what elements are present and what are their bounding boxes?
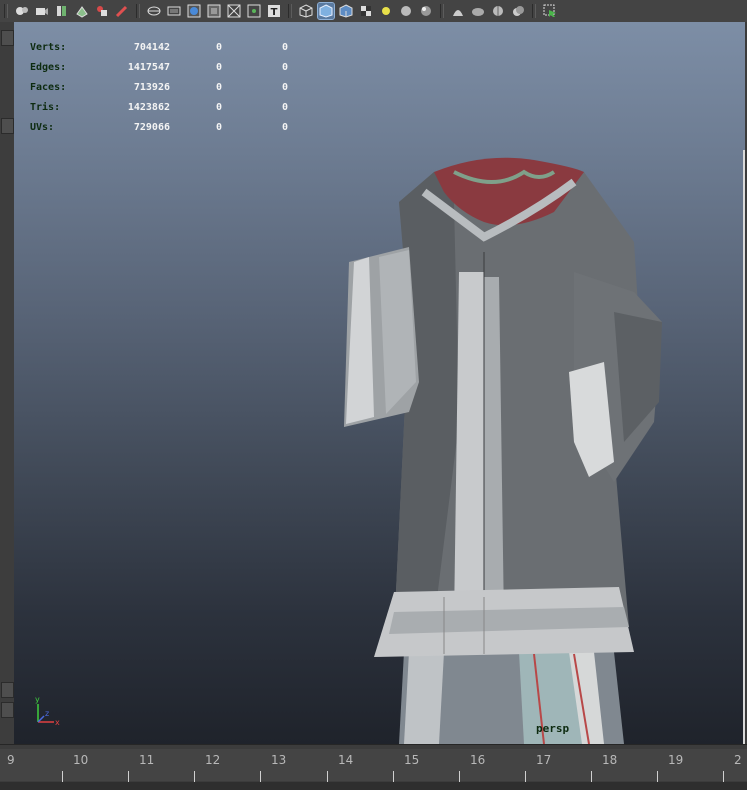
- hud-total-value: 704142: [133, 42, 170, 53]
- hud-tris-value: 0: [282, 102, 289, 113]
- isolate-select-icon[interactable]: [450, 3, 466, 19]
- dock-tab-handle[interactable]: [1, 30, 14, 46]
- wireframe-on-shaded-icon[interactable]: [338, 3, 354, 19]
- frame-tick-label: 13: [271, 753, 287, 767]
- hud-total-value: 1417547: [127, 62, 170, 73]
- bookmark-icon[interactable]: [54, 3, 70, 19]
- hud-total-value: 1423862: [127, 102, 170, 113]
- hud-tris-value: 0: [282, 62, 289, 73]
- frame-tick-label: 17: [536, 753, 552, 767]
- toolbar-separator: [4, 4, 8, 18]
- hud-selected-value: 0: [216, 42, 223, 53]
- shadows-icon[interactable]: [398, 3, 414, 19]
- depth-of-field-icon[interactable]: [510, 3, 526, 19]
- toolbar-separator: [136, 4, 140, 18]
- hud-tris-value: 0: [282, 42, 289, 53]
- toolbar-separator: [532, 4, 536, 18]
- wireframe-cube-icon[interactable]: [298, 3, 314, 19]
- hud-selected-value: 0: [216, 122, 223, 133]
- gate-mask-icon[interactable]: [226, 3, 242, 19]
- hud-tris-value: 0: [282, 82, 289, 93]
- image-plane-icon[interactable]: [74, 3, 90, 19]
- toolbar-separator: [288, 4, 292, 18]
- wireframe-icon[interactable]: [146, 3, 162, 19]
- smooth-shade-cube-icon[interactable]: [317, 2, 335, 20]
- hud-selected-value: 0: [216, 102, 223, 113]
- left-dock-strip: [0, 22, 15, 744]
- camera-icon[interactable]: [14, 3, 30, 19]
- text-icon[interactable]: T: [266, 3, 282, 19]
- hud-label: UVs:: [30, 122, 55, 133]
- hud-total-value: 729066: [133, 122, 170, 133]
- field-chart-icon[interactable]: [246, 3, 262, 19]
- axis-x-label: x: [55, 718, 60, 727]
- time-slider-track[interactable]: 9 10 11 12 13 14 15 16 17 18 19 2: [0, 749, 747, 783]
- view-axis-indicator: y x z: [30, 692, 70, 736]
- frame-tick-label: 19: [668, 753, 684, 767]
- grease-pencil-icon[interactable]: [94, 3, 110, 19]
- viewport-panel-toolbar: T: [0, 0, 747, 23]
- frame-tick-label: 11: [139, 753, 155, 767]
- frame-tick-label: 16: [470, 753, 486, 767]
- use-default-light-icon[interactable]: [378, 3, 394, 19]
- hud-selected-value: 0: [216, 82, 223, 93]
- toolbar-separator: [440, 4, 444, 18]
- frame-tick-label: 18: [602, 753, 618, 767]
- safe-action-icon[interactable]: [206, 3, 222, 19]
- frame-tick-label: 15: [404, 753, 420, 767]
- motion-blur-icon[interactable]: [470, 3, 486, 19]
- frame-tick-label: 10: [73, 753, 89, 767]
- axis-z-label: z: [45, 709, 49, 718]
- pen-icon[interactable]: [114, 3, 130, 19]
- camera-attributes-icon[interactable]: [34, 3, 50, 19]
- hud-total-value: 713926: [133, 82, 170, 93]
- frame-tick-label: 12: [205, 753, 221, 767]
- axis-y-label: y: [35, 695, 40, 704]
- perspective-viewport[interactable]: Verts: 704142 0 0 Edges: 1417547 0 0 Fac…: [14, 22, 745, 744]
- hud-selected-value: 0: [216, 62, 223, 73]
- hud-label: Verts:: [30, 42, 67, 53]
- camera-name-label: persp: [536, 722, 570, 735]
- frame-tick-label: 14: [338, 753, 354, 767]
- hud-tris-value: 0: [282, 122, 289, 133]
- frame-tick-label: 2: [734, 753, 742, 767]
- dock-tab-handle[interactable]: [1, 118, 14, 134]
- svg-text:T: T: [271, 7, 278, 18]
- film-gate-icon[interactable]: [166, 3, 182, 19]
- screen-space-ao-icon[interactable]: [418, 3, 434, 19]
- hud-label: Faces:: [30, 82, 67, 93]
- dock-tab-handle[interactable]: [1, 682, 14, 698]
- xray-icon[interactable]: [542, 3, 558, 19]
- resolution-gate-icon[interactable]: [186, 3, 202, 19]
- time-slider[interactable]: 9 10 11 12 13 14 15 16 17 18 19 2: [0, 744, 747, 790]
- dock-tab-handle[interactable]: [1, 702, 14, 718]
- hud-label: Tris:: [30, 102, 61, 113]
- anti-aliasing-icon[interactable]: [490, 3, 506, 19]
- hud-label: Edges:: [30, 62, 67, 73]
- frame-tick-label: 9: [7, 753, 15, 767]
- checker-texture-icon[interactable]: [358, 3, 374, 19]
